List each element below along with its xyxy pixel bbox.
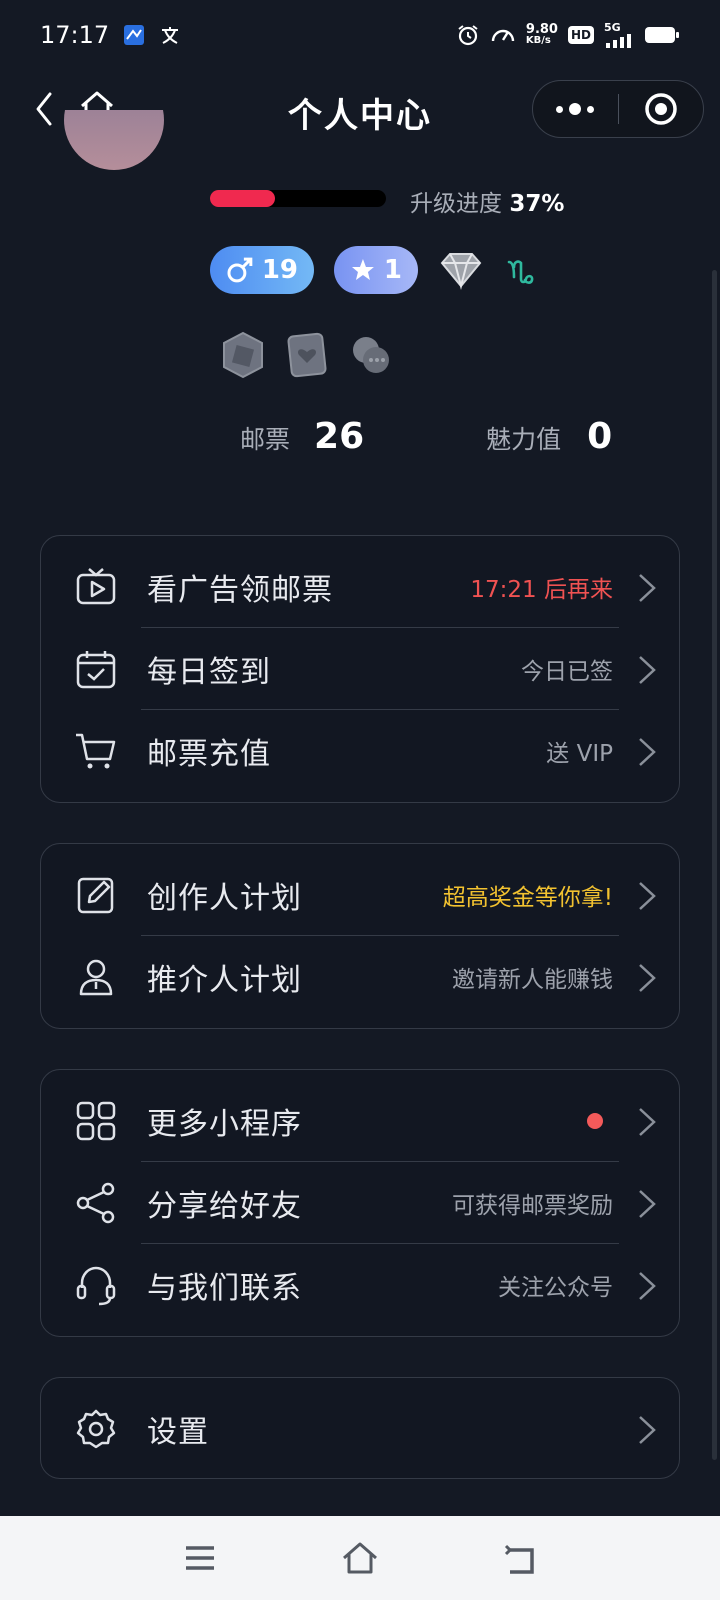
- share-title: 分享给好友: [147, 1189, 302, 1224]
- chevron-right-icon: [639, 738, 656, 766]
- creator-plan-hint: 超高奖金等你拿!: [442, 885, 613, 911]
- badge-row: 19 1: [210, 246, 538, 294]
- headset-icon: [76, 1266, 116, 1306]
- male-icon: [227, 257, 253, 283]
- menu-row-settings[interactable]: 设置: [41, 1388, 679, 1470]
- chevron-right-icon: [639, 1190, 656, 1218]
- network-speed: 9.80: [525, 22, 558, 37]
- level-progress-bar: [210, 190, 386, 207]
- chevron-right-icon: [639, 1272, 656, 1300]
- star-level-badge[interactable]: 1: [334, 246, 418, 294]
- more-miniprograms-title: 更多小程序: [147, 1107, 302, 1142]
- capricorn-icon[interactable]: [504, 253, 538, 287]
- more-dot-icon: [569, 103, 582, 115]
- daily-checkin-title: 每日签到: [147, 655, 271, 690]
- level-progress-label: 升级进度: [410, 191, 502, 217]
- menu-row-more-miniprograms[interactable]: 更多小程序: [41, 1080, 679, 1162]
- stamps-value[interactable]: 26: [314, 416, 364, 457]
- charm-label: 魅力值: [486, 425, 562, 454]
- chevron-right-icon: [639, 656, 656, 684]
- menu-row-contact[interactable]: 与我们联系 关注公众号: [41, 1244, 679, 1326]
- recharge-hint: 送 VIP: [546, 741, 613, 767]
- more-button[interactable]: [533, 80, 618, 138]
- medal-hexagon-icon[interactable]: [220, 330, 266, 380]
- network-speed-unit: KB/s: [525, 35, 551, 46]
- medal-row: [220, 330, 394, 380]
- watch-ad-title: 看广告领邮票: [147, 573, 333, 608]
- system-nav-bar: [0, 1516, 720, 1600]
- menu-row-referral-plan[interactable]: 推介人计划 邀请新人能赚钱: [41, 936, 679, 1018]
- medal-card-heart-icon[interactable]: [284, 330, 330, 380]
- diamond-icon[interactable]: [438, 250, 484, 290]
- menu-card-settings: 设置: [40, 1377, 680, 1479]
- share-icon: [76, 1182, 115, 1224]
- contact-title: 与我们联系: [147, 1271, 302, 1306]
- tv-play-icon: [76, 568, 116, 605]
- chevron-right-icon: [639, 574, 656, 602]
- referral-plan-hint: 邀请新人能赚钱: [452, 967, 613, 993]
- chevron-right-icon: [639, 964, 656, 992]
- battery-icon: [645, 27, 679, 43]
- menu-card-rewards: 看广告领邮票 17:21 后再来 每日签到 今日已签 邮票充值 送 VIP: [40, 535, 680, 803]
- daily-checkin-hint: 今日已签: [521, 659, 613, 685]
- target-close-icon: [645, 93, 677, 125]
- gender-age-value: 19: [261, 255, 298, 285]
- more-dot-icon: [587, 105, 595, 113]
- translate-icon: [162, 27, 179, 44]
- chevron-right-icon: [639, 882, 656, 910]
- notification-dot: [587, 1113, 603, 1129]
- medal-chat-icon[interactable]: [348, 330, 394, 380]
- close-miniprogram-button[interactable]: [619, 80, 704, 138]
- menu-card-more: 更多小程序 分享给好友 可获得邮票奖励 与我们联系 关注公众号: [40, 1069, 680, 1337]
- star-icon: [351, 259, 374, 280]
- alarm-icon: [458, 25, 478, 46]
- charm-value[interactable]: 0: [587, 416, 612, 457]
- edit-icon: [77, 877, 114, 914]
- cart-icon: [76, 733, 116, 769]
- grid-icon: [76, 1101, 116, 1141]
- status-bar: 17:17 9.80 KB/s HD 5G: [0, 0, 720, 70]
- creator-plan-title: 创作人计划: [147, 881, 302, 916]
- menu-row-recharge[interactable]: 邮票充值 送 VIP: [41, 710, 679, 792]
- scrollbar[interactable]: [712, 270, 717, 1460]
- menu-row-creator-plan[interactable]: 创作人计划 超高奖金等你拿!: [41, 854, 679, 936]
- level-progress-fill: [210, 190, 276, 207]
- settings-title: 设置: [147, 1415, 209, 1450]
- chevron-right-icon: [639, 1108, 656, 1136]
- share-hint: 可获得邮票奖励: [452, 1193, 613, 1219]
- level-progress-text: 升级进度 37%: [410, 184, 564, 218]
- menu-row-share[interactable]: 分享给好友 可获得邮票奖励: [41, 1162, 679, 1244]
- avatar[interactable]: [64, 110, 164, 170]
- stats-row: 邮票 26 魅力值 0: [240, 416, 612, 457]
- more-dot-icon: [556, 105, 564, 113]
- referral-plan-title: 推介人计划: [147, 963, 302, 998]
- menu-row-daily-checkin[interactable]: 每日签到 今日已签: [41, 628, 679, 710]
- level-progress-value: 37%: [509, 191, 565, 217]
- user-icon: [79, 959, 113, 996]
- system-home-icon[interactable]: [340, 1538, 380, 1578]
- star-level-value: 1: [383, 255, 402, 285]
- menu-icon[interactable]: [180, 1538, 220, 1578]
- calendar-check-icon: [76, 651, 116, 689]
- signal-icon: [606, 34, 631, 48]
- watch-ad-hint: 17:21 后再来: [470, 577, 613, 603]
- gender-age-badge[interactable]: 19: [210, 246, 314, 294]
- status-time: 17:17: [40, 21, 110, 49]
- app-notification-icon: [124, 25, 145, 45]
- stamps-label: 邮票: [240, 425, 291, 454]
- menu-card-programs: 创作人计划 超高奖金等你拿! 推介人计划 邀请新人能赚钱: [40, 843, 680, 1029]
- recharge-title: 邮票充值: [147, 737, 271, 772]
- contact-hint: 关注公众号: [498, 1275, 613, 1301]
- hd-badge: HD: [567, 26, 594, 44]
- gear-icon: [76, 1409, 116, 1449]
- network-type: 5G: [604, 21, 621, 34]
- speed-meter-icon: [491, 29, 515, 42]
- miniprogram-capsule: [532, 80, 704, 138]
- menu-row-watch-ad[interactable]: 看广告领邮票 17:21 后再来: [41, 546, 679, 628]
- system-back-icon[interactable]: [500, 1538, 540, 1578]
- chevron-right-icon: [639, 1416, 656, 1444]
